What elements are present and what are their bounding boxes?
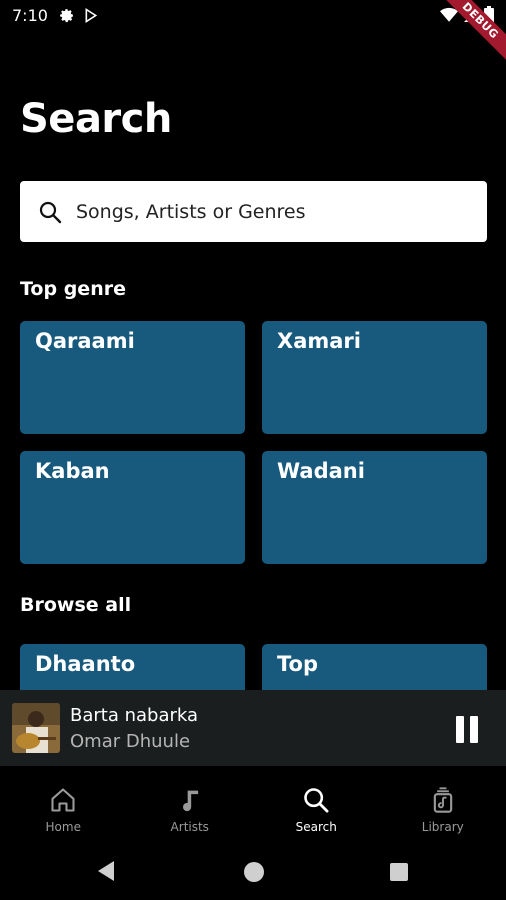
section-title-browse-all: Browse all (20, 594, 132, 616)
genre-tile-qaraami[interactable]: Qaraami (20, 321, 245, 434)
nav-label: Library (421, 820, 464, 834)
track-artist: Omar Dhuule (70, 731, 191, 752)
bottom-nav: Home Artists Search Library (0, 766, 506, 846)
home-icon (51, 788, 75, 812)
browse-tile-label: Top (277, 652, 318, 676)
section-title-top-genre: Top genre (20, 278, 126, 300)
genre-tile-kaban[interactable]: Kaban (20, 451, 245, 564)
nav-item-search[interactable]: Search (253, 766, 380, 846)
search-icon (39, 201, 62, 223)
nav-item-artists[interactable]: Artists (127, 766, 254, 846)
genre-tile-wadani[interactable]: Wadani (262, 451, 487, 564)
search-input[interactable]: Songs, Artists or Genres (20, 181, 487, 242)
play-store-icon (85, 8, 98, 23)
system-nav-bar (0, 846, 506, 900)
nav-label: Home (45, 820, 81, 834)
nav-label: Artists (170, 820, 209, 834)
genre-tile-label: Wadani (277, 459, 365, 483)
genre-tile-label: Kaban (35, 459, 110, 483)
search-placeholder: Songs, Artists or Genres (76, 200, 306, 223)
home-button-icon[interactable] (244, 862, 264, 882)
pause-button[interactable] (449, 711, 485, 747)
music-note-icon (182, 790, 198, 812)
genre-tile-label: Xamari (277, 329, 361, 353)
status-bar: 7:10 DEBUG (0, 0, 506, 70)
nav-label: Search (295, 820, 337, 834)
gear-icon (60, 9, 74, 23)
page-title: Search (20, 96, 172, 142)
status-time: 7:10 (12, 6, 48, 25)
pause-icon (456, 715, 464, 743)
genre-tile-label: Qaraami (35, 329, 135, 353)
mini-player[interactable]: Barta nabarka Omar Dhuule (0, 690, 506, 766)
status-icons-left (58, 7, 99, 24)
back-icon[interactable] (96, 860, 116, 882)
nav-item-library[interactable]: Library (380, 766, 506, 846)
library-icon (433, 787, 452, 813)
browse-tile-label: Dhaanto (35, 652, 136, 676)
search-icon (304, 788, 329, 813)
genre-tile-xamari[interactable]: Xamari (262, 321, 487, 434)
track-title: Barta nabarka (70, 705, 199, 726)
album-art (12, 703, 60, 753)
recents-icon[interactable] (390, 863, 408, 881)
nav-item-home[interactable]: Home (0, 766, 127, 846)
